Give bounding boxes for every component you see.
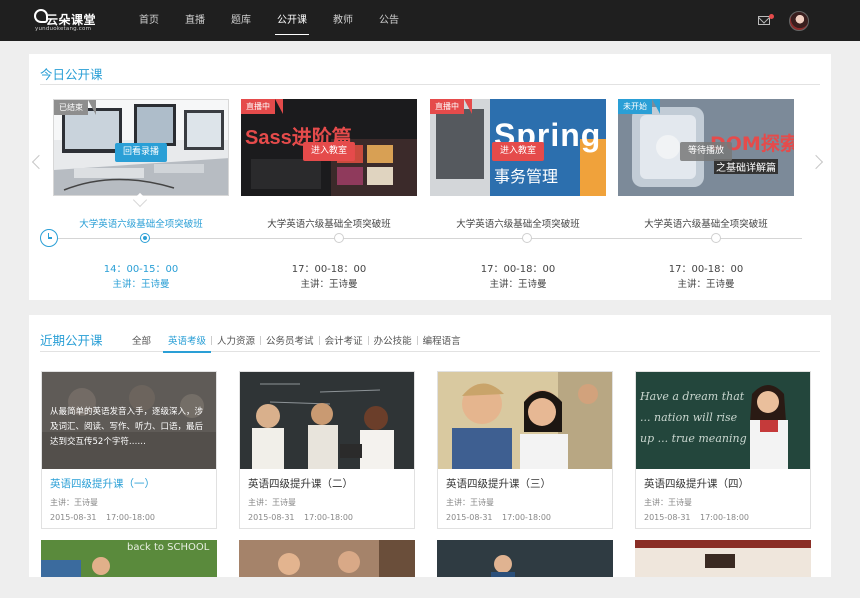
course-title[interactable]: 英语四级提升课（四） [644, 476, 749, 491]
chalkboard-text: Have a dream that ... nation will rise u… [640, 390, 747, 445]
tab-office-skills[interactable]: 办公技能 [369, 333, 417, 347]
course-date: 2015-08-31 [248, 513, 295, 522]
course-time: 17:00-18:00 [106, 513, 155, 522]
recent-divider [40, 351, 820, 352]
tab-programming[interactable]: 编程语言 [418, 333, 466, 347]
course-teacher: 主讲：王诗曼 [50, 498, 98, 507]
course-teacher: 主讲：王诗曼 [644, 498, 692, 507]
course-date: 2015-08-31 [644, 513, 691, 522]
logo[interactable]: 云朵课堂 yunduoketang.com [34, 7, 96, 35]
status-tag: 未开始 [618, 99, 660, 114]
tab-accounting[interactable]: 会计考证 [320, 333, 368, 347]
waiting-button[interactable]: 等待播放 [679, 142, 733, 161]
nav-item-announcements[interactable]: 公告 [379, 0, 399, 41]
course-time: 17:00-18:00 [502, 513, 551, 522]
course-card-6[interactable] [239, 540, 415, 577]
course-card-2[interactable]: 英语四级提升课（二） 主讲：王诗曼 2015-08-31 17:00-18:00 [239, 371, 415, 529]
lecturer-image [437, 540, 613, 577]
course-date: 2015-08-31 [446, 513, 493, 522]
top-nav-bar: 云朵课堂 yunduoketang.com 首页 直播 题库 公开课 教师 公告 [0, 0, 860, 41]
timeline-dot[interactable] [140, 233, 150, 243]
lesson-time: 14：00-15：00 [103, 264, 179, 275]
course-time: 17:00-18:00 [700, 513, 749, 522]
course-cover[interactable]: 从最简单的英语发音入手，逐级深入，涉及词汇、阅读、写作、听力、口语，最后达到交互… [42, 372, 216, 469]
today-title: 今日公开课 [40, 67, 103, 82]
cover-text: back to SCHOOL [127, 542, 210, 553]
lesson-cover[interactable]: Spring 事务管理 直播中 进入教室 [430, 99, 606, 196]
lesson-teacher: 主讲：王诗曼 [489, 279, 547, 290]
nav-item-open-course[interactable]: 公开课 [275, 0, 309, 41]
timeline-dot[interactable] [334, 233, 344, 243]
course-card-1[interactable]: 从最简单的英语发音入手，逐级深入，涉及词汇、阅读、写作、听力、口语，最后达到交互… [41, 371, 217, 529]
tab-all[interactable]: 全部 [132, 333, 163, 347]
course-date: 2015-08-31 [50, 513, 97, 522]
timeline-dot[interactable] [522, 233, 532, 243]
course-teacher: 主讲：王诗曼 [446, 498, 494, 507]
lesson-cover[interactable]: Sass进阶篇 直播中 进入教室 [241, 99, 417, 196]
lesson-time: 17：00-18：00 [668, 264, 744, 275]
nav-item-teachers[interactable]: 教师 [333, 0, 353, 41]
nav-item-live[interactable]: 直播 [185, 0, 205, 41]
lesson-teacher: 主讲：王诗曼 [112, 279, 170, 290]
tab-human-resources[interactable]: 人力资源 [212, 333, 260, 347]
course-card-3[interactable]: 英语四级提升课（三） 主讲：王诗曼 2015-08-31 17:00-18:00 [437, 371, 613, 529]
notification-dot [769, 14, 774, 19]
course-time: 17:00-18:00 [304, 513, 353, 522]
lesson-name[interactable]: 大学英语六级基础全项突破班 [229, 216, 429, 230]
enter-classroom-button[interactable]: 进入教室 [491, 142, 545, 161]
nav-item-question-bank[interactable]: 题库 [231, 0, 251, 41]
lesson-name[interactable]: 大学英语六级基础全项突破班 [606, 216, 806, 230]
lesson-cover[interactable]: DOM探索 之基础详解篇 未开始 等待播放 [618, 99, 794, 196]
lesson-time: 17：00-18：00 [480, 264, 556, 275]
timeline-dot[interactable] [711, 233, 721, 243]
status-tag: 直播中 [430, 99, 472, 114]
lesson-time: 17：00-18：00 [291, 264, 367, 275]
course-teacher: 主讲：王诗曼 [248, 498, 296, 507]
status-tag: 已结束 [54, 100, 96, 115]
course-cover[interactable]: Have a dream that ... nation will rise u… [636, 372, 810, 469]
course-cover[interactable] [240, 372, 414, 469]
avatar[interactable] [789, 11, 809, 31]
course-card-5[interactable]: back to SCHOOL [41, 540, 217, 577]
brand-domain: yunduoketang.com [35, 26, 92, 32]
replay-button[interactable]: 回看录播 [114, 143, 168, 162]
nav-item-home[interactable]: 首页 [139, 0, 159, 41]
smiling-students-image [438, 372, 612, 469]
students-library-image [239, 540, 415, 577]
lesson-teacher: 主讲：王诗曼 [300, 279, 358, 290]
tab-civil-service[interactable]: 公务员考试 [261, 333, 319, 347]
course-title[interactable]: 英语四级提升课（一） [50, 476, 155, 491]
status-tag: 直播中 [241, 99, 283, 114]
course-card-8[interactable] [635, 540, 811, 577]
clock-icon [40, 229, 58, 247]
lesson-teacher: 主讲：王诗曼 [677, 279, 735, 290]
course-cover[interactable] [438, 372, 612, 469]
enter-classroom-button[interactable]: 进入教室 [302, 142, 356, 161]
students-chalkboard-image [240, 372, 414, 469]
classroom-wall-image [635, 540, 811, 577]
cover-subtext: 事务管理 [494, 167, 559, 186]
lesson-name[interactable]: 大学英语六级基础全项突破班 [418, 216, 618, 230]
main-nav: 首页 直播 题库 公开课 教师 公告 [139, 0, 425, 41]
lesson-name[interactable]: 大学英语六级基础全项突破班 [41, 216, 241, 230]
today-divider [40, 84, 820, 85]
tab-english-exam[interactable]: 英语考级 [163, 333, 212, 353]
timeline [58, 238, 802, 239]
category-tabs: 全部 英语考级 人力资源 公务员考试 会计考证 办公技能 编程语言 [132, 333, 466, 353]
course-card-7[interactable] [437, 540, 613, 577]
lesson-cover[interactable]: 已结束 回看录播 [53, 99, 229, 196]
course-description: 从最简单的英语发音入手，逐级深入，涉及词汇、阅读、写作、听力、口语，最后达到交互… [50, 407, 204, 447]
course-card-4[interactable]: Have a dream that ... nation will rise u… [635, 371, 811, 529]
course-title[interactable]: 英语四级提升课（二） [248, 476, 353, 491]
cover-subtext: 之基础详解篇 [714, 159, 778, 174]
course-title[interactable]: 英语四级提升课（三） [446, 476, 551, 491]
recent-title: 近期公开课 [40, 333, 103, 348]
